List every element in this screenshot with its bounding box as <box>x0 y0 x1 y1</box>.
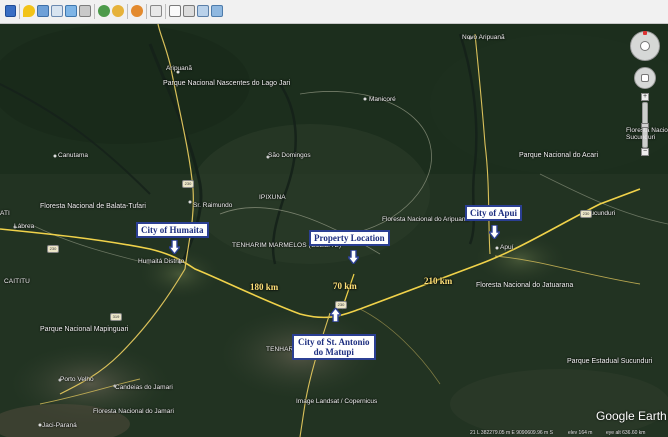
placemark-icon[interactable] <box>23 5 35 17</box>
callout-line-2: do Matupi <box>313 347 354 357</box>
arrow-down-icon <box>489 225 500 239</box>
label-ipixuna: IPIXUNA <box>259 194 286 201</box>
tour-icon[interactable] <box>79 5 91 17</box>
polygon-icon[interactable] <box>37 5 49 17</box>
distance-matupi-apui: 210 km <box>424 276 453 286</box>
zoom-out-button[interactable]: − <box>641 148 649 156</box>
status-coordinates: 21 L 382279.05 m E 9090609.96 m S <box>470 430 553 436</box>
distance-property-matupi: 70 km <box>333 281 357 291</box>
arrow-down-icon <box>348 250 359 264</box>
label-labrea: Lábrea <box>14 223 35 230</box>
callout-city-of-humaita: City of Humaita <box>136 222 209 238</box>
zoom-slider-thumb[interactable] <box>641 123 649 128</box>
label-porto-velho: Porto Velho <box>60 376 94 383</box>
email-icon[interactable] <box>169 5 181 17</box>
status-eye-altitude: eye alt 636.60 km <box>606 430 646 436</box>
label-novo-aripuana: Novo Aripuanã <box>462 34 505 41</box>
move-joystick[interactable] <box>634 67 656 89</box>
label-jamari: Floresta Nacional do Jamari <box>93 408 174 415</box>
distance-humaita-matupi: 180 km <box>250 282 279 292</box>
toolbar-divider <box>19 4 20 19</box>
toolbar-divider <box>127 4 128 19</box>
toolbar-divider <box>94 4 95 19</box>
road-shield: 319 <box>110 313 122 321</box>
hand-icon <box>641 74 649 82</box>
google-earth-logo: Google Earth <box>596 409 667 423</box>
print-icon[interactable] <box>183 5 195 17</box>
status-bar: 21 L 382279.05 m E 9090609.96 m S elev 1… <box>0 429 668 437</box>
callout-line-1: City of St. Antonio <box>298 337 370 347</box>
toolbar-divider <box>146 4 147 19</box>
label-aripuana-river: Aripuanã <box>166 65 193 72</box>
label-floresta-aripuana: Floresta Nacional do Aripuanã <box>382 216 470 223</box>
label-parque-lago-jari: Parque Nacional Nascentes do Lago Jari <box>163 80 291 87</box>
label-balata-tufari: Floresta Nacional de Balata-Tufari <box>40 203 146 210</box>
zoom-slider-track[interactable] <box>641 102 649 148</box>
label-caititu: CAITITU <box>4 278 30 285</box>
road-shield: 230 <box>580 210 592 218</box>
label-humaita-town: Humaitá Distrito <box>138 258 185 265</box>
label-sao-raimundo: Sr. Raimundo <box>193 202 233 209</box>
north-indicator-icon <box>643 31 647 35</box>
historical-imagery-icon[interactable] <box>98 5 110 17</box>
label-ati: ATI <box>0 210 10 217</box>
callout-city-of-st-antonio-do-matupi: City of St. Antonio do Matupi <box>292 334 376 360</box>
callout-city-of-apui: City of Apui <box>465 205 523 221</box>
image-overlay-icon[interactable] <box>65 5 77 17</box>
label-canutama: Canutama <box>58 152 88 159</box>
eye-icon <box>640 41 650 51</box>
label-jatuarana: Floresta Nacional do Jatuarana <box>476 282 574 289</box>
map-view[interactable]: Novo Aripuanã Aripuanã Parque Nacional N… <box>0 24 668 437</box>
save-image-icon[interactable] <box>197 5 209 17</box>
toolbar <box>0 0 668 24</box>
look-joystick[interactable] <box>630 31 660 61</box>
arrow-down-icon <box>169 240 180 254</box>
label-parque-sucunduri: Parque Estadual Sucunduri <box>567 358 653 365</box>
google-earth-window: Novo Aripuanã Aripuanã Parque Nacional N… <box>0 0 668 437</box>
label-tenharim: TENHARI <box>266 346 296 353</box>
callout-property-location: Property Location <box>309 230 390 246</box>
label-parque-acari: Parque Nacional do Acari <box>519 152 598 159</box>
ruler-icon[interactable] <box>150 5 162 17</box>
label-mapinguari: Parque Nacional Mapinguari <box>40 326 129 333</box>
road-shield: 230 <box>47 245 59 253</box>
status-elevation: elev 164 m <box>568 430 593 436</box>
sidebar-toggle-icon[interactable] <box>5 5 16 17</box>
label-candeias: Candeias do Jamari <box>115 384 173 391</box>
path-icon[interactable] <box>51 5 63 17</box>
label-manicore: Manicoré <box>369 96 396 103</box>
planets-icon[interactable] <box>131 5 143 17</box>
image-credit: Image Landsat / Copernicus <box>296 398 378 405</box>
toolbar-divider <box>165 4 166 19</box>
arrow-up-icon <box>330 308 341 322</box>
maps-icon[interactable] <box>211 5 223 17</box>
label-apui-town: Apuí <box>500 244 514 251</box>
road-shield: 230 <box>182 180 194 188</box>
zoom-in-button[interactable]: + <box>641 93 649 101</box>
label-sao-domingos: São Domingos <box>268 152 311 159</box>
sunlight-icon[interactable] <box>112 5 124 17</box>
